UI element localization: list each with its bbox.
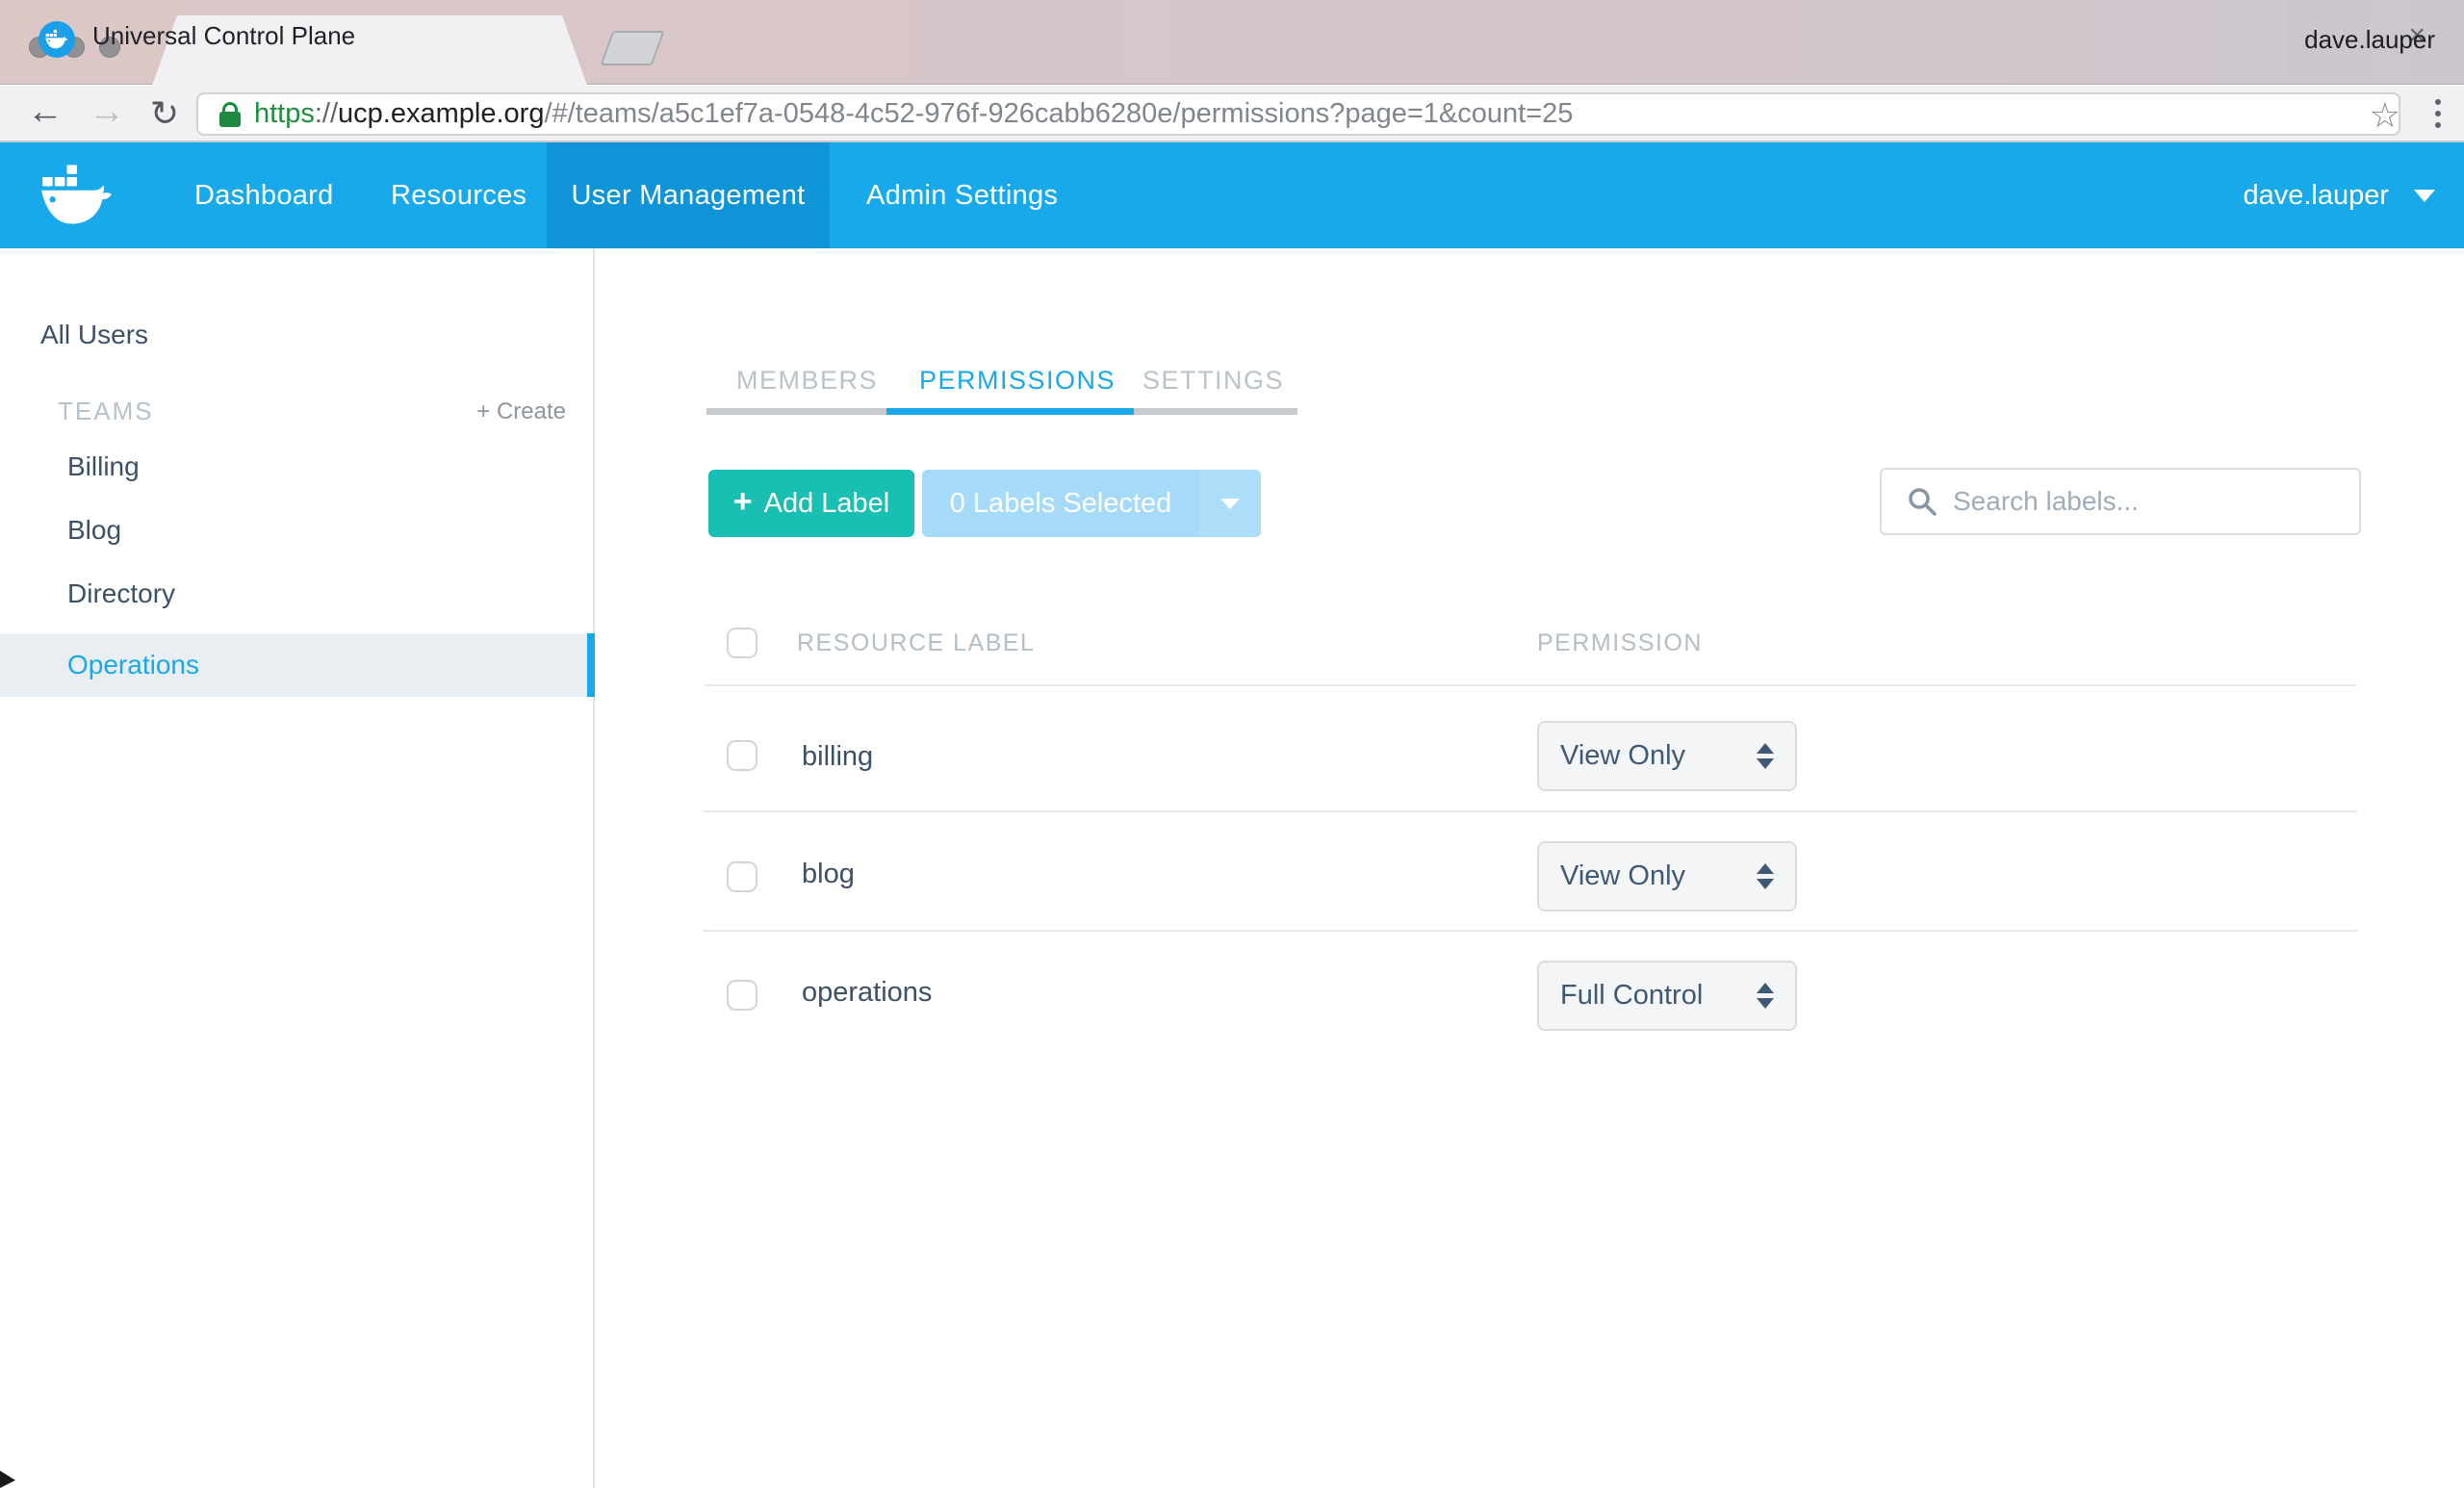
sidebar: All Users TEAMS + Create Billing Blog Di…	[0, 248, 595, 1488]
select-arrows-icon	[1757, 863, 1774, 889]
url-host: ucp.example.org	[338, 98, 544, 129]
search-labels-box	[1880, 468, 2361, 535]
sidebar-item-billing[interactable]: Billing	[0, 435, 595, 499]
sidebar-item-blog[interactable]: Blog	[0, 499, 595, 562]
mouse-cursor	[0, 1471, 15, 1488]
permission-select-value: View Only	[1560, 860, 1685, 892]
permission-select[interactable]: View Only	[1537, 721, 1797, 791]
tab-title: Universal Control Plane	[92, 21, 355, 51]
select-arrows-icon	[1757, 743, 1774, 769]
user-menu[interactable]: dave.lauper	[2243, 142, 2435, 248]
user-menu-label: dave.lauper	[2243, 180, 2389, 212]
permission-select[interactable]: View Only	[1537, 841, 1797, 911]
create-team-link[interactable]: + Create	[476, 398, 566, 425]
row-checkbox[interactable]	[727, 740, 757, 771]
row-checkbox[interactable]	[727, 861, 757, 892]
column-header-permission: PERMISSION	[1537, 629, 1703, 657]
resource-label-cell: blog	[802, 859, 855, 890]
tab-members[interactable]: MEMBERS	[736, 366, 878, 396]
row-checkbox[interactable]	[727, 980, 757, 1011]
column-header-resource-label: RESOURCE LABEL	[797, 629, 1035, 657]
browser-titlebar: Universal Control Plane × dave.lauper	[0, 0, 2464, 85]
chevron-down-icon	[1220, 499, 1240, 509]
resource-label-cell: billing	[802, 741, 873, 773]
labels-selected-caret[interactable]	[1199, 470, 1261, 537]
divider	[704, 684, 2357, 686]
add-label-button-text: Add Label	[764, 488, 890, 520]
forward-icon: →	[89, 91, 125, 133]
nav-item-admin-settings[interactable]: Admin Settings	[866, 142, 1058, 248]
nav-item-dashboard[interactable]: Dashboard	[194, 142, 334, 248]
app-navbar: Dashboard Resources User Management Admi…	[0, 142, 2464, 248]
sidebar-item-directory[interactable]: Directory	[0, 562, 595, 626]
new-tab-button[interactable]	[600, 31, 664, 65]
browser-profile-name: dave.lauper	[2304, 25, 2435, 55]
browser-toolbar: ← → ↻ https://ucp.example.org/#/teams/a5…	[0, 86, 2464, 142]
permission-select-value: View Only	[1560, 740, 1685, 772]
docker-logo-icon	[40, 164, 114, 227]
back-icon[interactable]: ←	[27, 91, 64, 133]
screen: Universal Control Plane × dave.lauper ← …	[0, 0, 2464, 1488]
labels-selected-text: 0 Labels Selected	[922, 470, 1199, 537]
address-bar[interactable]: https://ucp.example.org/#/teams/a5c1ef7a…	[196, 92, 2400, 136]
url-text: https://ucp.example.org/#/teams/a5c1ef7a…	[254, 98, 1573, 130]
browser-menu-icon[interactable]	[2435, 99, 2441, 128]
https-lock-icon	[219, 102, 241, 127]
docker-favicon-icon	[38, 21, 75, 58]
reload-icon[interactable]: ↻	[150, 93, 179, 134]
nav-item-resources[interactable]: Resources	[391, 142, 526, 248]
url-path: /#/teams/a5c1ef7a-0548-4c52-976f-926cabb…	[544, 98, 1573, 129]
resource-label-cell: operations	[802, 977, 932, 1009]
sidebar-item-all-users[interactable]: All Users	[40, 320, 148, 350]
url-scheme: https	[254, 98, 315, 129]
search-input[interactable]	[1953, 486, 2319, 517]
divider	[704, 930, 2357, 932]
nav-item-user-management[interactable]: User Management	[547, 142, 830, 248]
plus-icon: +	[733, 483, 753, 521]
url-separator: ://	[315, 98, 338, 129]
tabs-active-underline	[886, 408, 1134, 415]
bookmark-star-icon[interactable]: ☆	[2370, 95, 2400, 136]
tab-permissions[interactable]: PERMISSIONS	[919, 366, 1116, 396]
search-icon	[1907, 486, 1938, 517]
select-all-checkbox[interactable]	[727, 628, 757, 658]
select-arrows-icon	[1757, 983, 1774, 1009]
chevron-down-icon	[2414, 190, 2435, 202]
add-label-button[interactable]: + Add Label	[708, 470, 914, 537]
labels-selected-dropdown[interactable]: 0 Labels Selected	[922, 470, 1261, 537]
sidebar-item-operations[interactable]: Operations	[0, 633, 595, 697]
permission-select[interactable]: Full Control	[1537, 961, 1797, 1031]
divider	[704, 810, 2357, 812]
sidebar-teams-header: TEAMS	[58, 397, 154, 426]
permission-select-value: Full Control	[1560, 980, 1703, 1012]
tab-settings[interactable]: SETTINGS	[1142, 366, 1284, 396]
